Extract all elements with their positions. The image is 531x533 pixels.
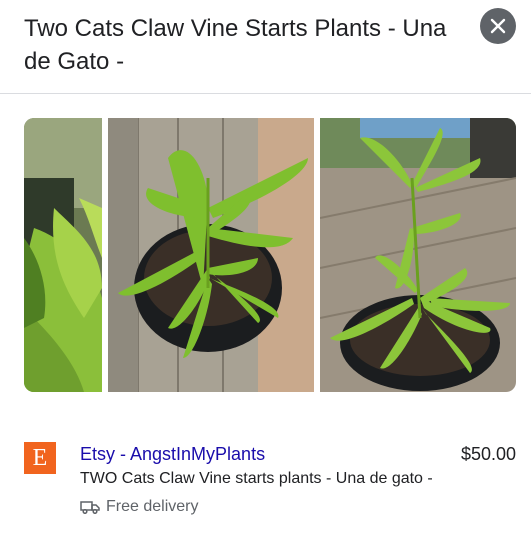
price: $50.00 <box>460 444 516 464</box>
close-button[interactable] <box>480 8 516 44</box>
header: Two Cats Claw Vine Starts Plants - Una d… <box>0 0 531 94</box>
store-link[interactable]: Etsy - AngstInMyPlants <box>80 442 265 466</box>
product-title: TWO Cats Claw Vine starts plants - Una d… <box>80 470 433 487</box>
shopping-result[interactable]: E Etsy - AngstInMyPlants $50.00 TWO Cats… <box>24 440 516 530</box>
image-gallery[interactable] <box>24 118 516 392</box>
page-title: Two Cats Claw Vine Starts Plants - Una d… <box>24 15 447 75</box>
delivery-label: Free delivery <box>106 498 199 515</box>
close-icon <box>490 18 506 34</box>
product-image-2[interactable] <box>108 118 314 392</box>
delivery-info: Free delivery <box>80 496 198 518</box>
product-image-3[interactable] <box>320 118 516 392</box>
product-image-1[interactable] <box>24 118 102 392</box>
etsy-logo: E <box>24 442 56 474</box>
truck-icon <box>80 501 100 514</box>
